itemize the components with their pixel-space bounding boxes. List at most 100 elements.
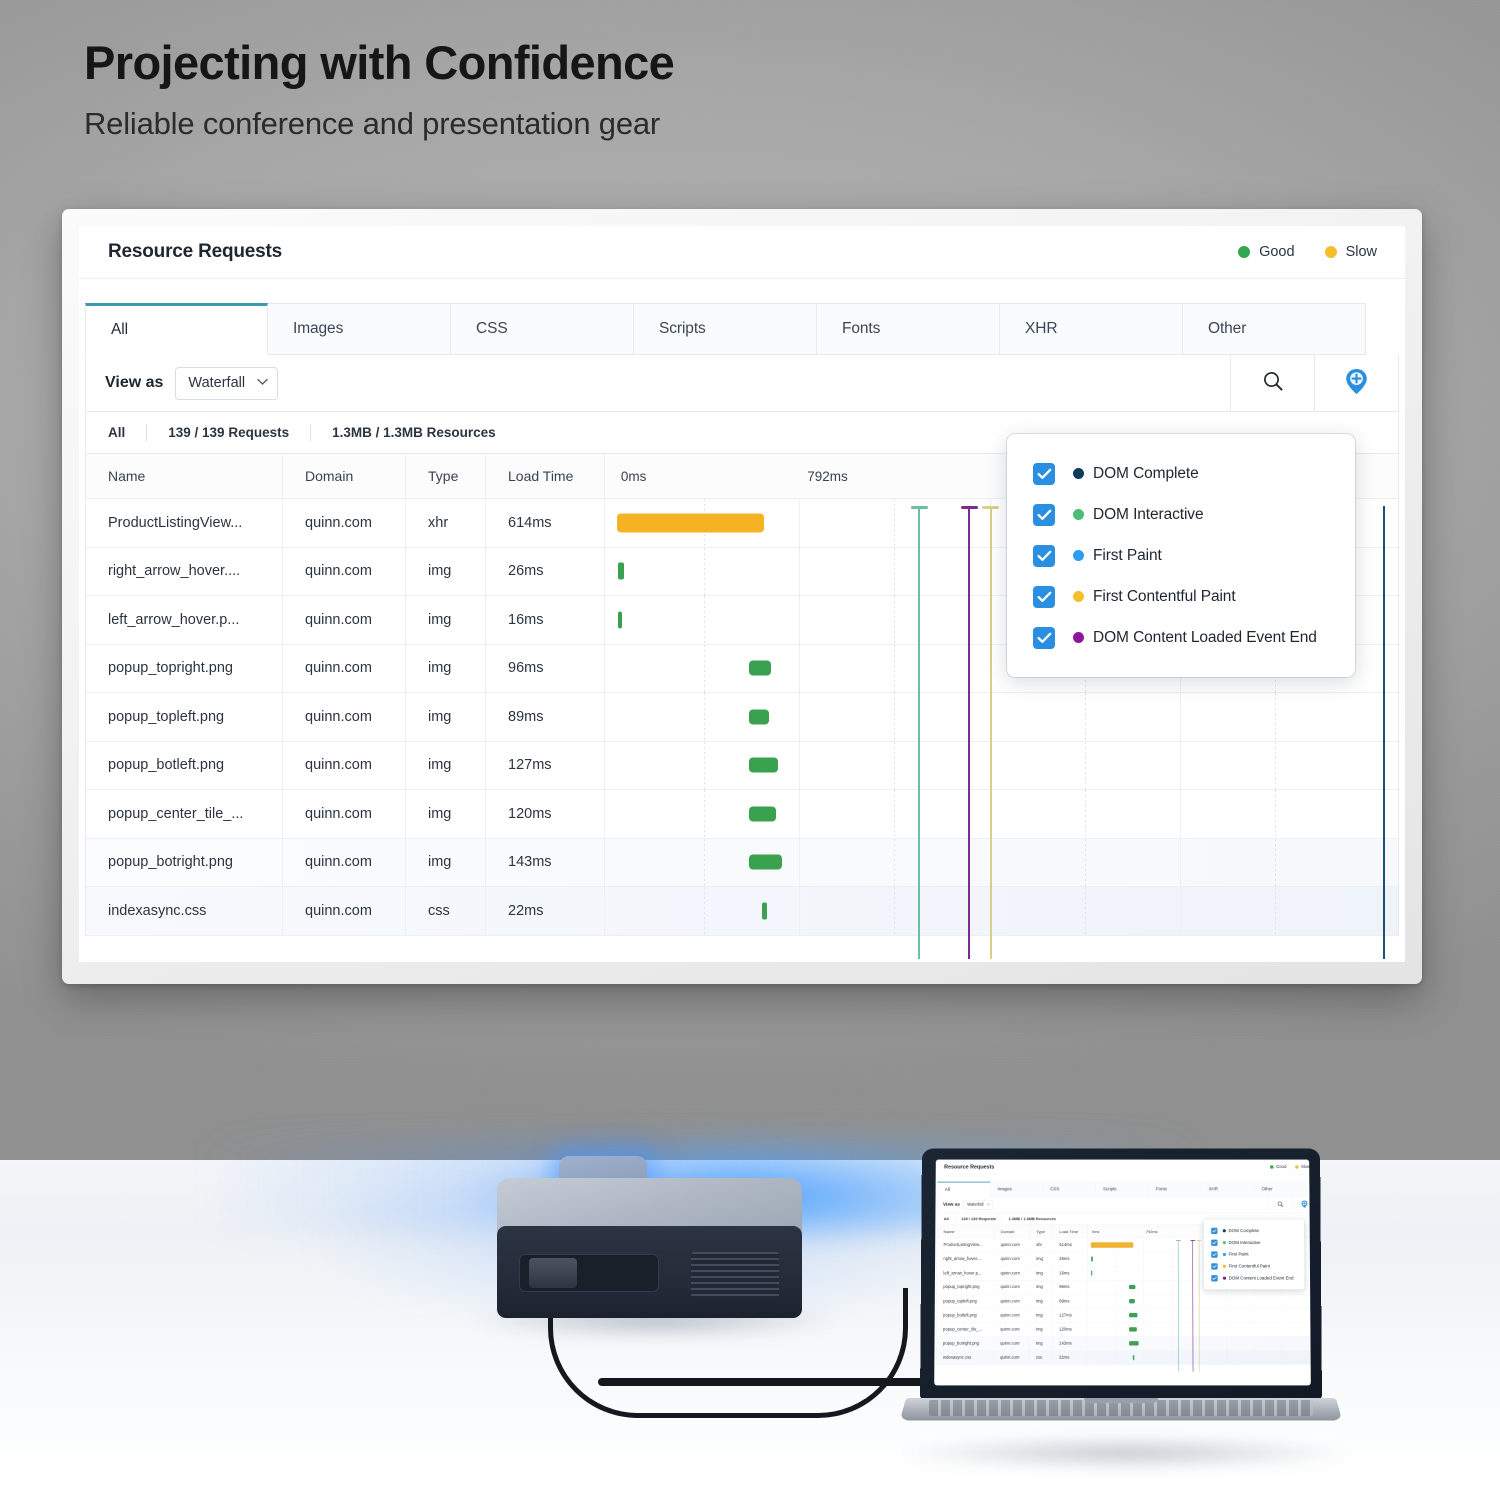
gridline bbox=[989, 693, 991, 741]
dropdown-item[interactable]: First Paint bbox=[1204, 1249, 1305, 1261]
checkbox-checked[interactable] bbox=[1211, 1263, 1218, 1270]
table-row[interactable]: popup_botright.png quinn.com img 143ms bbox=[86, 838, 1398, 887]
waterfall-bar bbox=[1129, 1298, 1135, 1304]
tab-images[interactable]: Images bbox=[268, 303, 451, 355]
gridline-dotted bbox=[894, 547, 896, 595]
search-button[interactable] bbox=[1267, 1196, 1293, 1213]
tab-other[interactable]: Other bbox=[1183, 303, 1366, 355]
checkbox-checked[interactable] bbox=[1033, 462, 1055, 485]
search-button[interactable] bbox=[1230, 354, 1314, 412]
gridline bbox=[989, 790, 991, 838]
dropdown-item[interactable]: DOM Complete bbox=[1007, 453, 1355, 494]
gridline-dotted bbox=[1275, 838, 1277, 886]
table-row[interactable]: popup_topleft.png quinn.com img 89ms bbox=[936, 1294, 1311, 1309]
checkbox-checked[interactable] bbox=[1033, 544, 1055, 567]
cell-load-time: 22ms bbox=[486, 887, 605, 935]
column-header[interactable]: Name bbox=[937, 1225, 995, 1238]
axis-tick-label: 0ms bbox=[1091, 1229, 1100, 1234]
legend-label: Slow bbox=[1301, 1164, 1311, 1170]
column-header[interactable]: Name bbox=[86, 454, 283, 498]
app-header: Resource Requests Good Slow bbox=[935, 1159, 1311, 1175]
dropdown-item[interactable]: DOM Interactive bbox=[1204, 1237, 1305, 1249]
table-row[interactable]: popup_center_tile_... quinn.com img 120ms bbox=[86, 790, 1398, 839]
tab-css[interactable]: CSS bbox=[451, 303, 634, 355]
column-header[interactable]: Type bbox=[1029, 1225, 1053, 1238]
dropdown-item[interactable]: First Paint bbox=[1007, 535, 1355, 576]
tab-fonts[interactable]: Fonts bbox=[1148, 1181, 1202, 1197]
dropdown-item[interactable]: DOM Content Loaded Event End bbox=[1007, 617, 1355, 658]
legend-label: Good bbox=[1276, 1164, 1287, 1170]
view-as-select[interactable]: Waterfall bbox=[175, 366, 279, 400]
tab-all[interactable]: All bbox=[937, 1181, 991, 1197]
cell-load-time: 22ms bbox=[1052, 1350, 1088, 1365]
column-header[interactable]: Domain bbox=[283, 454, 406, 498]
cell-name: ProductListingView... bbox=[86, 499, 283, 547]
waterfall-bar bbox=[749, 709, 770, 725]
cell-type: img bbox=[406, 596, 486, 644]
tab-xhr[interactable]: XHR bbox=[1000, 303, 1183, 355]
tab-fonts[interactable]: Fonts bbox=[817, 303, 1000, 355]
metric-color-dot bbox=[1222, 1276, 1227, 1280]
dropdown-item[interactable]: First Contentful Paint bbox=[1204, 1260, 1305, 1272]
tab-scripts[interactable]: Scripts bbox=[1095, 1181, 1149, 1197]
gridline-dotted bbox=[1275, 693, 1277, 741]
column-header[interactable]: Load Time bbox=[1052, 1225, 1088, 1238]
waterfall-bar bbox=[1129, 1341, 1139, 1346]
cell-load-time: 16ms bbox=[1052, 1266, 1088, 1280]
checkbox-checked[interactable] bbox=[1033, 626, 1055, 649]
checkbox-checked[interactable] bbox=[1211, 1227, 1218, 1234]
tab-css[interactable]: CSS bbox=[1042, 1181, 1096, 1197]
tab-all[interactable]: All bbox=[85, 303, 268, 355]
table-row[interactable]: popup_botleft.png quinn.com img 127ms bbox=[86, 741, 1398, 790]
dropdown-item[interactable]: DOM Interactive bbox=[1007, 494, 1355, 535]
gridline-dotted bbox=[1275, 790, 1277, 838]
column-header[interactable]: Domain bbox=[994, 1225, 1030, 1238]
view-as-select[interactable]: Waterfall bbox=[963, 1199, 994, 1210]
cell-name: popup_botright.png bbox=[86, 838, 283, 886]
cell-name: popup_botright.png bbox=[936, 1336, 994, 1351]
tab-other[interactable]: Other bbox=[1254, 1181, 1308, 1197]
gridline-dotted bbox=[704, 790, 706, 838]
dropdown-item[interactable]: DOM Content Loaded Event End bbox=[1204, 1272, 1305, 1284]
checkbox-checked[interactable] bbox=[1033, 503, 1055, 526]
gridline bbox=[989, 499, 991, 547]
timing-filter-dropdown[interactable]: DOM Complete DOM Interactive First Paint Fi… bbox=[1203, 1219, 1305, 1290]
cell-name: popup_center_tile_... bbox=[86, 790, 283, 838]
projection-screen: Resource Requests Good Slow All Images CSS… bbox=[62, 209, 1422, 984]
column-header[interactable]: Type bbox=[406, 454, 486, 498]
tab-label: Fonts bbox=[1155, 1186, 1167, 1192]
table-row[interactable]: indexasync.css quinn.com css 22ms bbox=[936, 1350, 1311, 1365]
checkbox-checked[interactable] bbox=[1211, 1251, 1218, 1258]
tab-images[interactable]: Images bbox=[990, 1181, 1044, 1197]
view-as-value: Waterfall bbox=[188, 375, 246, 391]
table-row[interactable]: popup_botright.png quinn.com img 143ms bbox=[936, 1336, 1311, 1351]
cell-domain: quinn.com bbox=[994, 1266, 1030, 1280]
gridline bbox=[1179, 790, 1181, 838]
table-row[interactable]: popup_topleft.png quinn.com img 89ms bbox=[86, 693, 1398, 742]
table-row[interactable]: popup_botleft.png quinn.com img 127ms bbox=[936, 1308, 1311, 1323]
add-marker-button[interactable] bbox=[1314, 354, 1398, 412]
cell-type: xhr bbox=[406, 499, 486, 547]
waterfall-bar bbox=[617, 611, 622, 629]
gridline bbox=[799, 693, 801, 741]
dropdown-item[interactable]: First Contentful Paint bbox=[1007, 576, 1355, 617]
waterfall-bar bbox=[1129, 1327, 1137, 1332]
metric-color-dot bbox=[1073, 632, 1084, 643]
column-header[interactable]: Load Time bbox=[486, 454, 605, 498]
tab-scripts[interactable]: Scripts bbox=[634, 303, 817, 355]
table-row[interactable]: indexasync.css quinn.com css 22ms bbox=[86, 887, 1398, 936]
summary-resources: 1.3MB / 1.3MB Resources bbox=[1008, 1216, 1056, 1222]
dropdown-item[interactable]: DOM Complete bbox=[1204, 1225, 1305, 1237]
add-marker-button[interactable] bbox=[1292, 1196, 1311, 1213]
checkbox-checked[interactable] bbox=[1033, 585, 1055, 608]
divider bbox=[146, 424, 148, 441]
table-row[interactable]: popup_center_tile_... quinn.com img 120ms bbox=[936, 1322, 1311, 1337]
slow-dot-icon bbox=[1324, 246, 1337, 258]
cell-type: xhr bbox=[1029, 1238, 1053, 1252]
app-header: Resource Requests Good Slow bbox=[79, 226, 1405, 279]
cell-type: img bbox=[1029, 1336, 1053, 1351]
timing-filter-dropdown[interactable]: DOM Complete DOM Interactive First Paint Fi… bbox=[1007, 434, 1355, 677]
checkbox-checked[interactable] bbox=[1211, 1239, 1218, 1246]
tab-xhr[interactable]: XHR bbox=[1201, 1181, 1255, 1197]
checkbox-checked[interactable] bbox=[1211, 1274, 1218, 1282]
